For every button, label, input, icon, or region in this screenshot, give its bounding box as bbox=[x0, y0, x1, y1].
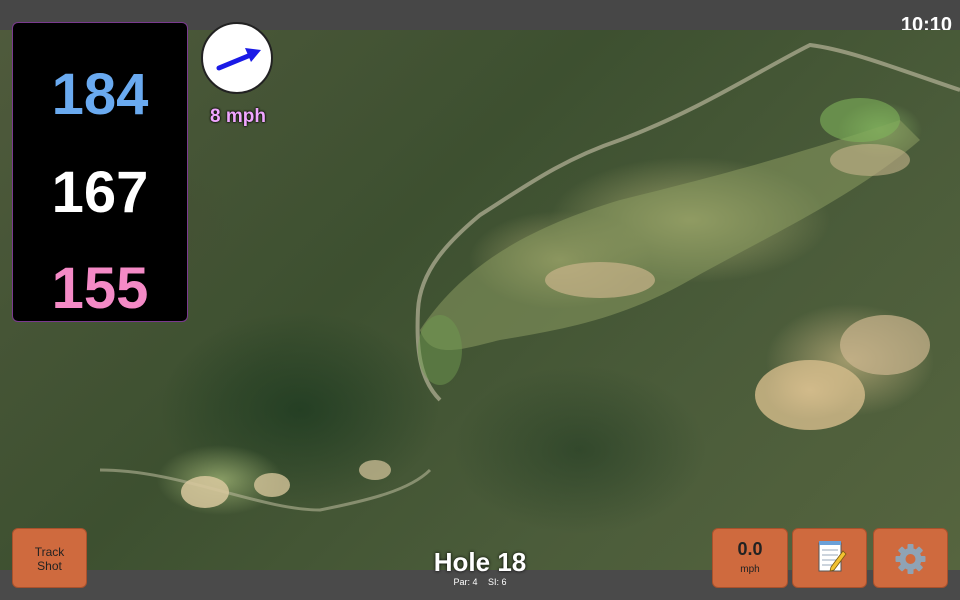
hole-stroke-index: SI: 6 bbox=[488, 577, 507, 587]
wind-speed-label: 8 mph bbox=[210, 106, 266, 127]
hole-par: Par: 4 bbox=[453, 577, 478, 587]
speed-value: 0.0 bbox=[737, 539, 763, 559]
speed-unit: mph bbox=[740, 564, 760, 575]
track-shot-label-line1: Track bbox=[34, 545, 65, 559]
gear-icon bbox=[895, 544, 926, 574]
hole-title: Hole 18 bbox=[433, 547, 527, 577]
wind-indicator bbox=[201, 22, 273, 94]
notepad-icon bbox=[818, 541, 847, 572]
track-shot-button[interactable]: Track Shot bbox=[12, 528, 87, 588]
notes-button[interactable] bbox=[792, 528, 867, 588]
distance-front: 155 bbox=[51, 256, 149, 321]
wind-arrow-icon bbox=[216, 48, 261, 71]
settings-button[interactable] bbox=[873, 528, 948, 588]
speed-button[interactable]: 0.0 mph bbox=[712, 528, 788, 588]
track-shot-label-line2: Shot bbox=[37, 559, 62, 573]
distance-panel: 184 167 155 bbox=[12, 22, 188, 322]
distance-back: 184 bbox=[51, 62, 149, 127]
hole-meta: Par: 4 SI: 6 bbox=[380, 577, 580, 587]
distance-middle: 167 bbox=[51, 160, 149, 225]
